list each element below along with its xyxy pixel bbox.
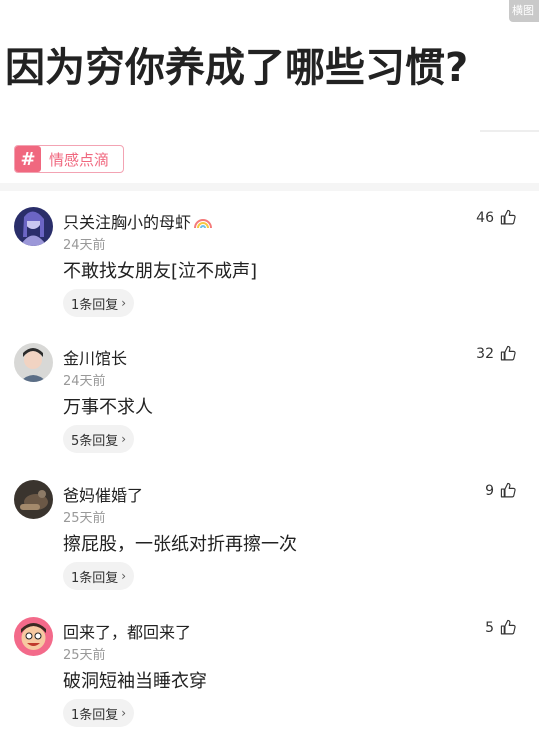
reply-count-label: 1条回复	[71, 297, 119, 313]
thumbs-up-icon	[500, 209, 516, 225]
chevron-right-icon: ›	[121, 706, 127, 720]
thumbs-up-icon	[500, 482, 516, 498]
reply-count-button[interactable]: 1条回复 ›	[63, 699, 135, 727]
comment-author[interactable]: 只关注胸小的母虾	[63, 209, 213, 233]
image-mode-badge[interactable]: 横图	[509, 0, 539, 22]
avatar[interactable]	[14, 617, 53, 656]
reply-count-label: 5条回复	[71, 433, 119, 449]
comment-item: 只关注胸小的母虾 24天前 不敢找女朋友[泣不成声] 1条回复 › 46	[0, 207, 539, 344]
avatar[interactable]	[14, 207, 53, 246]
question-title: 因为穷你养成了哪些习惯?	[5, 45, 469, 91]
rainbow-icon	[193, 214, 213, 233]
section-divider	[0, 183, 539, 191]
like-button[interactable]: 46	[476, 209, 517, 226]
topic-tag[interactable]: # 情感点滴	[14, 145, 124, 173]
like-count: 46	[476, 209, 494, 226]
comment-text: 破洞短袖当睡衣穿	[63, 671, 207, 692]
comment-author[interactable]: 爸妈催婚了	[63, 482, 143, 506]
like-count: 9	[485, 482, 494, 499]
like-button[interactable]: 5	[485, 619, 517, 636]
comment-text: 不敢找女朋友[泣不成声]	[63, 261, 258, 282]
comment-item: 爸妈催婚了 25天前 擦屁股，一张纸对折再擦一次 1条回复 › 9	[0, 480, 539, 617]
reply-count-button[interactable]: 1条回复 ›	[63, 289, 135, 317]
hash-icon: #	[15, 146, 41, 172]
comment-text: 万事不求人	[63, 397, 153, 418]
comment-author[interactable]: 回来了，都回来了	[63, 619, 191, 643]
like-button[interactable]: 9	[485, 482, 517, 499]
reply-count-button[interactable]: 5条回复 ›	[63, 425, 135, 453]
comment-item: 回来了，都回来了 25天前 破洞短袖当睡衣穿 1条回复 › 5	[0, 617, 539, 734]
like-button[interactable]: 32	[476, 345, 517, 362]
topic-label: 情感点滴	[49, 150, 110, 169]
chevron-right-icon: ›	[121, 569, 127, 583]
like-count: 5	[485, 619, 494, 636]
comment-author[interactable]: 金川馆长	[63, 345, 127, 369]
chevron-right-icon: ›	[121, 296, 127, 310]
comment-time: 24天前	[63, 374, 106, 389]
like-count: 32	[476, 345, 494, 362]
reply-count-label: 1条回复	[71, 707, 119, 723]
comment-text: 擦屁股，一张纸对折再擦一次	[63, 534, 297, 555]
chevron-right-icon: ›	[121, 432, 127, 446]
comment-item: 金川馆长 24天前 万事不求人 5条回复 › 32	[0, 343, 539, 480]
reply-count-button[interactable]: 1条回复 ›	[63, 562, 135, 590]
comment-time: 25天前	[63, 648, 106, 663]
reply-count-label: 1条回复	[71, 570, 119, 586]
comment-time: 24天前	[63, 238, 106, 253]
thumbs-up-icon	[500, 619, 516, 635]
avatar[interactable]	[14, 480, 53, 519]
title-hairline	[480, 130, 539, 132]
comment-time: 25天前	[63, 511, 106, 526]
avatar[interactable]	[14, 343, 53, 382]
thumbs-up-icon	[500, 345, 516, 361]
